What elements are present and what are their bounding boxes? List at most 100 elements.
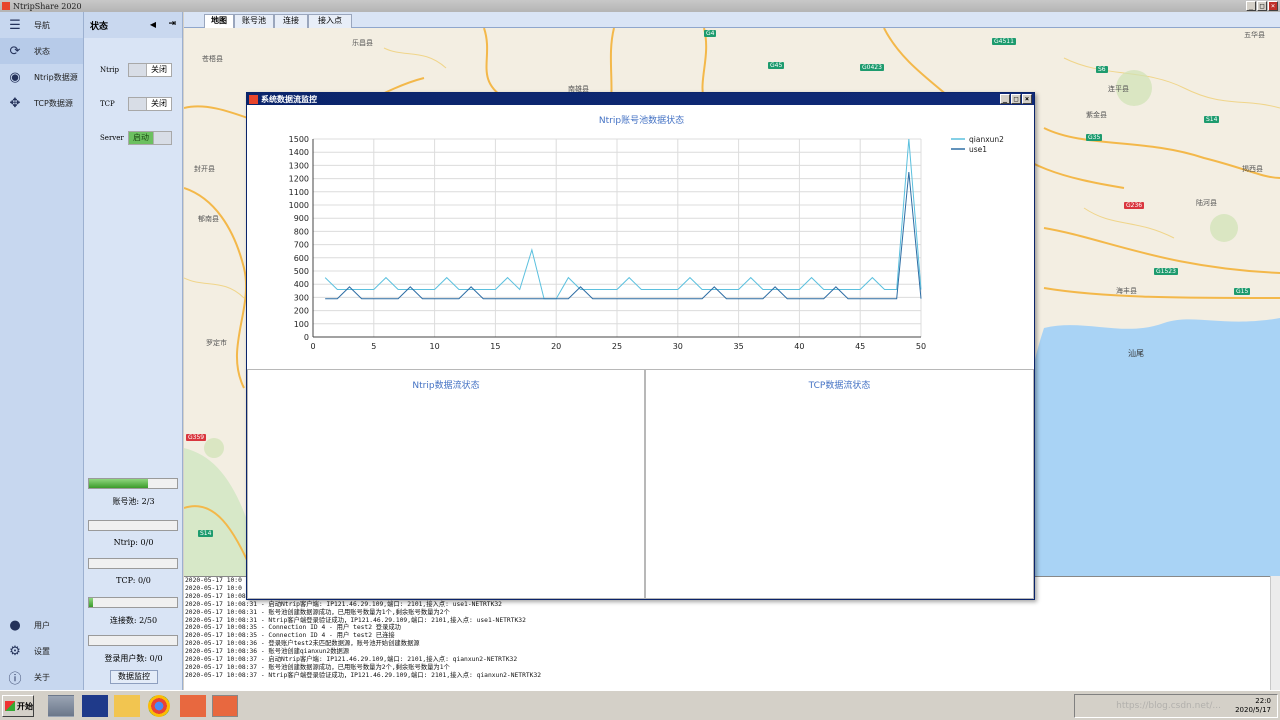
nav-item-tcp-source[interactable]: ✥ TCP数据源: [0, 90, 83, 116]
tcp-toggle-row: TCP 关闭: [100, 97, 172, 111]
log-scrollbar[interactable]: [1270, 576, 1280, 690]
start-label: 开始: [17, 701, 33, 711]
windows-flag-icon: [5, 701, 15, 711]
clock[interactable]: 22:0 2020/5/17: [1235, 697, 1271, 715]
server-manager-icon[interactable]: [48, 695, 74, 717]
toggle-label: TCP: [100, 100, 115, 108]
nav-item-status[interactable]: ⟳ 状态: [0, 38, 83, 64]
file-explorer-icon[interactable]: [114, 695, 140, 717]
app-titlebar: NtripShare 2020 _ □ ×: [0, 0, 1280, 12]
tcp-caption: TCP: 0/0: [116, 576, 151, 585]
x-tick-label: 45: [855, 342, 865, 351]
road-tag: G0423: [860, 64, 884, 71]
toggle-value: 关闭: [151, 99, 167, 108]
map-label: 五华县: [1244, 31, 1265, 39]
map-label: 乐昌县: [352, 39, 373, 47]
x-tick-label: 50: [916, 342, 926, 351]
ntrip-toggle[interactable]: 关闭: [128, 63, 172, 77]
road-tag: S14: [1204, 116, 1220, 123]
collapse-arrow-icon[interactable]: ◀: [150, 20, 156, 29]
legend-label: use1: [969, 145, 987, 154]
road-tag: G15: [1234, 288, 1251, 295]
log-line: 2020-05-17 10:08:37 - Ntrip客户端登录验证成功，IP1…: [185, 671, 542, 679]
road-tag: G359: [186, 434, 207, 441]
data-monitor-button[interactable]: 数据监控: [110, 670, 158, 684]
refresh-icon: ⟳: [9, 43, 21, 59]
road-tag: G236: [1124, 202, 1145, 209]
tcp-stream-panel: TCP数据流状态: [645, 369, 1034, 599]
x-tick-label: 20: [551, 342, 561, 351]
nav-item-label: 状态: [34, 46, 50, 56]
tab-mountpoints[interactable]: 接入点: [308, 14, 352, 28]
x-tick-label: 35: [734, 342, 744, 351]
app-title: NtripShare 2020: [13, 1, 82, 11]
road-tag: G4511: [992, 38, 1016, 45]
map-label: 罗定市: [206, 339, 227, 347]
x-tick-label: 40: [794, 342, 804, 351]
map-label: 揭西县: [1242, 165, 1263, 173]
ntripshare-active-taskbar-icon[interactable]: [212, 695, 238, 717]
toggle-value: 启动: [129, 132, 153, 144]
nav-sidebar: ☰ 导航 ⟳ 状态 ◉ Ntrip数据源 ✥ TCP数据源 ● 用户 ⚙ 设置 …: [0, 12, 84, 690]
road-tag: G35: [1086, 134, 1103, 141]
chart-title: Ntrip账号池数据状态: [598, 116, 685, 126]
road-tag: G1523: [1154, 268, 1178, 275]
start-button[interactable]: 开始: [2, 695, 34, 717]
y-tick-label: 900: [294, 214, 309, 223]
y-tick-label: 400: [294, 280, 309, 289]
server-toggle[interactable]: 启动: [128, 131, 172, 145]
gear-icon: ⚙: [9, 643, 21, 659]
ntrip-caption: Ntrip: 0/0: [113, 538, 154, 547]
y-tick-label: 600: [294, 254, 309, 263]
tab-map[interactable]: 地图: [204, 14, 234, 28]
dialog-close-button[interactable]: ×: [1022, 94, 1032, 104]
tab-connections[interactable]: 连接: [274, 14, 308, 28]
y-tick-label: 700: [294, 241, 309, 250]
info-icon: ⓘ: [8, 671, 22, 687]
app-logo-icon: [2, 2, 10, 10]
powershell-icon[interactable]: [82, 695, 108, 717]
toggle-label: Ntrip: [100, 66, 120, 74]
login-progress: [88, 635, 178, 646]
x-tick-label: 25: [612, 342, 622, 351]
dialog-titlebar[interactable]: 系统数据流监控 _ □ ×: [247, 93, 1034, 105]
nav-item-user[interactable]: ● 用户: [0, 612, 84, 638]
nav-header[interactable]: ☰ 导航: [0, 12, 83, 38]
ntrip-progress: [88, 520, 178, 531]
nav-item-settings[interactable]: ⚙ 设置: [0, 638, 84, 664]
nav-item-label: TCP数据源: [34, 98, 73, 108]
maximize-button[interactable]: □: [1257, 1, 1267, 11]
dialog-minimize-button[interactable]: _: [1000, 94, 1010, 104]
tcp-progress: [88, 558, 178, 569]
nav-item-about[interactable]: ⓘ 关于: [0, 664, 84, 690]
nav-item-label: Ntrip数据源: [34, 72, 78, 82]
dialog-title: 系统数据流监控: [261, 94, 317, 104]
tcp-stream-title: TCP数据流状态: [808, 381, 871, 391]
road-tag: G4: [704, 30, 717, 37]
minimize-button[interactable]: _: [1246, 1, 1256, 11]
x-tick-label: 5: [371, 342, 376, 351]
toggle-value: 关闭: [151, 65, 167, 74]
map-label: 汕尾: [1128, 349, 1144, 358]
nav-item-label: 设置: [34, 646, 50, 656]
login-count-caption: 登录用户数: 0/0: [104, 654, 163, 663]
tcp-toggle[interactable]: 关闭: [128, 97, 172, 111]
log-line: 2020-05-17 10:08:31 - 账号池创建数据源成功，已用账号数量为…: [185, 608, 450, 616]
tab-account-pool[interactable]: 账号池: [234, 14, 274, 28]
pin-icon[interactable]: ⇥: [168, 19, 176, 29]
data-monitor-dialog: 系统数据流监控 _ □ × Ntrip账号池数据状态 0 100 200 300 400…: [246, 92, 1035, 600]
close-button[interactable]: ×: [1268, 1, 1278, 11]
dialog-maximize-button[interactable]: □: [1011, 94, 1021, 104]
server-toggle-row: Server 启动: [100, 131, 172, 145]
series-line-qianxun2: [324, 138, 922, 300]
x-tick-label: 30: [673, 342, 683, 351]
ntripshare-taskbar-icon[interactable]: [180, 695, 206, 717]
watermark-text: https://blog.csdn.net/...: [1116, 701, 1221, 711]
account-pool-progress: [88, 478, 178, 489]
chrome-icon[interactable]: [148, 695, 170, 717]
clock-date: 2020/5/17: [1235, 706, 1271, 714]
nav-item-ntrip-source[interactable]: ◉ Ntrip数据源: [0, 64, 83, 90]
account-pool-chart-panel: Ntrip账号池数据状态 0 100 200 300 400 500 600 700 800 90…: [247, 105, 1034, 369]
map-label: 紫金县: [1086, 111, 1107, 119]
y-tick-label: 1300: [289, 161, 309, 170]
